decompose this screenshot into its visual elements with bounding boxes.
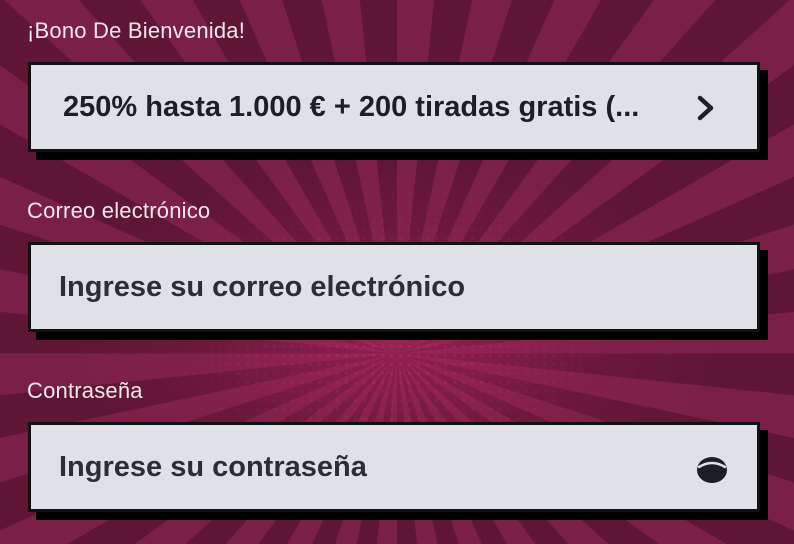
signup-form: ¡Bono De Bienvenida! 250% hasta 1.000 € …: [0, 0, 794, 544]
password-input[interactable]: [59, 450, 669, 484]
bonus-label: ¡Bono De Bienvenida!: [27, 18, 246, 43]
password-field-box: [28, 422, 760, 512]
email-input[interactable]: [59, 270, 669, 304]
password-label: Contraseña: [27, 378, 143, 403]
eye-icon[interactable]: [695, 453, 729, 487]
bonus-select[interactable]: 250% hasta 1.000 € + 200 tiradas gratis …: [28, 62, 760, 152]
email-label: Correo electrónico: [27, 198, 211, 223]
email-field-box: [28, 242, 760, 332]
bonus-selected-value: 250% hasta 1.000 € + 200 tiradas gratis …: [63, 90, 640, 123]
chevron-right-icon: [697, 95, 714, 121]
